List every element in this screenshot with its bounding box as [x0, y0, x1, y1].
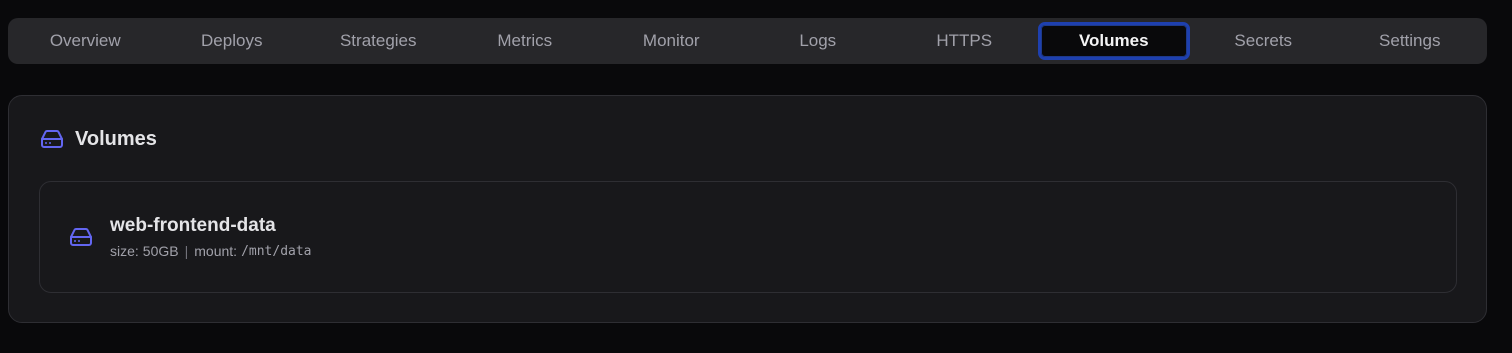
tab-volumes[interactable]: Volumes	[1037, 22, 1190, 60]
hard-drive-icon	[68, 224, 94, 250]
volume-name: web-frontend-data	[110, 215, 276, 236]
tab-metrics[interactable]: Metrics	[452, 22, 599, 60]
tab-logs[interactable]: Logs	[745, 22, 892, 60]
tab-settings[interactable]: Settings	[1337, 22, 1484, 60]
volume-mount-label: mount:	[194, 243, 238, 259]
hard-drive-icon	[39, 126, 65, 152]
volume-size: 50GB	[142, 243, 179, 259]
volume-meta: size: 50GB | mount: /mnt/data	[110, 243, 312, 259]
tab-deploys[interactable]: Deploys	[159, 22, 306, 60]
volume-size-label: size:	[110, 243, 139, 259]
tab-https[interactable]: HTTPS	[891, 22, 1038, 60]
volume-item[interactable]: web-frontend-data size: 50GB | mount: /m…	[39, 181, 1457, 293]
tab-overview[interactable]: Overview	[12, 22, 159, 60]
volumes-card: Volumes web-frontend-data size: 50GB | m…	[8, 95, 1487, 323]
tab-bar: Overview Deploys Strategies Metrics Moni…	[8, 18, 1487, 64]
tab-secrets[interactable]: Secrets	[1190, 22, 1337, 60]
section-title: Volumes	[75, 127, 157, 150]
volume-mount-path: /mnt/data	[241, 243, 312, 259]
tab-strategies[interactable]: Strategies	[305, 22, 452, 60]
meta-separator: |	[184, 243, 189, 259]
card-header: Volumes	[39, 126, 157, 152]
tab-monitor[interactable]: Monitor	[598, 22, 745, 60]
